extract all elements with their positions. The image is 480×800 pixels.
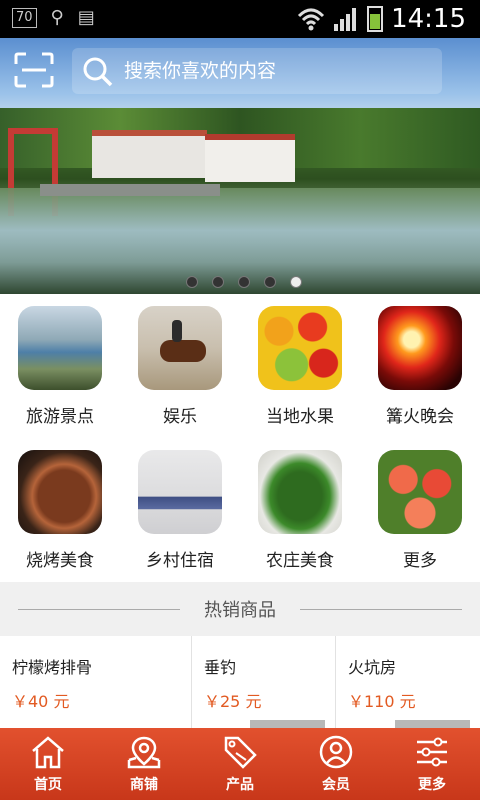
divider (300, 609, 462, 610)
category-label: 娱乐 (163, 407, 197, 427)
tab-label: 更多 (418, 777, 446, 793)
category-thumb-peaches (378, 450, 462, 534)
hot-products-header: 热销商品 (0, 582, 480, 636)
tab-products[interactable]: 产品 (192, 728, 288, 800)
user-icon (319, 735, 353, 769)
product-card[interactable]: 火坑房 ￥110 元 (336, 636, 480, 728)
product-card[interactable]: 柠檬烤排骨 ￥40 元 (0, 636, 192, 728)
category-farm-food[interactable]: 农庄美食 (240, 438, 360, 582)
category-label: 篝火晚会 (386, 407, 454, 427)
tab-home[interactable]: 首页 (0, 728, 96, 800)
product-card[interactable]: 垂钓 ￥25 元 (192, 636, 336, 728)
product-name: 垂钓 (204, 658, 237, 677)
category-thumb-horse (138, 306, 222, 390)
product-price: ￥110 元 (348, 692, 416, 711)
carousel-dot[interactable] (264, 276, 276, 288)
category-bbq[interactable]: 烧烤美食 (0, 438, 120, 582)
category-fruit[interactable]: 当地水果 (240, 294, 360, 438)
category-thumb-fruit (258, 306, 342, 390)
product-price: ￥25 元 (204, 692, 262, 711)
product-name: 火坑房 (348, 658, 397, 677)
product-image (395, 720, 470, 728)
category-entertainment[interactable]: 娱乐 (120, 294, 240, 438)
product-price: ￥40 元 (12, 692, 70, 711)
product-image (250, 720, 325, 728)
map-pin-icon (127, 736, 161, 769)
battery-icon (367, 6, 384, 32)
bottom-tab-bar: 首页 商铺 产品 会员 更多 (0, 728, 480, 800)
carousel-dot[interactable] (212, 276, 224, 288)
banner-image-house (92, 130, 207, 178)
notification-badge: 70 (12, 8, 37, 28)
tab-label: 商铺 (130, 777, 158, 793)
category-thumb-greens (258, 450, 342, 534)
category-label: 农庄美食 (266, 551, 334, 571)
category-label: 乡村住宿 (146, 551, 214, 571)
category-thumb-room (138, 450, 222, 534)
category-thumb-bbq (18, 450, 102, 534)
sale-tag-icon (224, 736, 257, 769)
category-lodging[interactable]: 乡村住宿 (120, 438, 240, 582)
hero-banner[interactable] (0, 38, 480, 294)
status-bar: 70 ⚲ ▤ 14:15 (0, 0, 480, 38)
carousel-dot-active[interactable] (290, 276, 302, 288)
carousel-indicator (186, 276, 302, 288)
category-label: 旅游景点 (26, 407, 94, 427)
category-label: 烧烤美食 (26, 551, 94, 571)
search-input[interactable] (124, 54, 424, 88)
category-tourism[interactable]: 旅游景点 (0, 294, 120, 438)
scan-button[interactable] (14, 52, 54, 88)
tab-label: 首页 (34, 777, 62, 793)
category-grid: 旅游景点 娱乐 当地水果 篝火晚会 烧烤美食 乡村住宿 农庄美食 更多 (0, 294, 480, 582)
banner-image-dock (40, 184, 220, 196)
carousel-dot[interactable] (238, 276, 250, 288)
home-icon (32, 736, 64, 769)
tab-label: 产品 (226, 777, 254, 793)
product-name: 柠檬烤排骨 (12, 658, 93, 677)
category-thumb-bonfire (378, 306, 462, 390)
usb-icon: ⚲ (50, 7, 64, 28)
category-label: 当地水果 (266, 407, 334, 427)
tab-member[interactable]: 会员 (288, 728, 384, 800)
search-bar (0, 38, 480, 104)
search-icon (83, 57, 113, 87)
tab-more[interactable]: 更多 (384, 728, 480, 800)
category-more[interactable]: 更多 (360, 438, 480, 582)
wifi-icon (298, 8, 325, 31)
sliders-icon (417, 737, 447, 767)
product-list: 柠檬烤排骨 ￥40 元 垂钓 ￥25 元 火坑房 ￥110 元 (0, 636, 480, 728)
carousel-dot[interactable] (186, 276, 198, 288)
category-thumb-lake (18, 306, 102, 390)
tab-shops[interactable]: 商铺 (96, 728, 192, 800)
tab-label: 会员 (322, 777, 350, 793)
file-icon: ▤ (77, 7, 95, 28)
scan-icon (14, 52, 54, 88)
signal-icon (334, 8, 357, 31)
category-label: 更多 (403, 551, 437, 571)
clock: 14:15 (391, 4, 466, 34)
banner-image-house (205, 134, 295, 182)
search-box[interactable] (72, 48, 442, 94)
category-bonfire[interactable]: 篝火晚会 (360, 294, 480, 438)
